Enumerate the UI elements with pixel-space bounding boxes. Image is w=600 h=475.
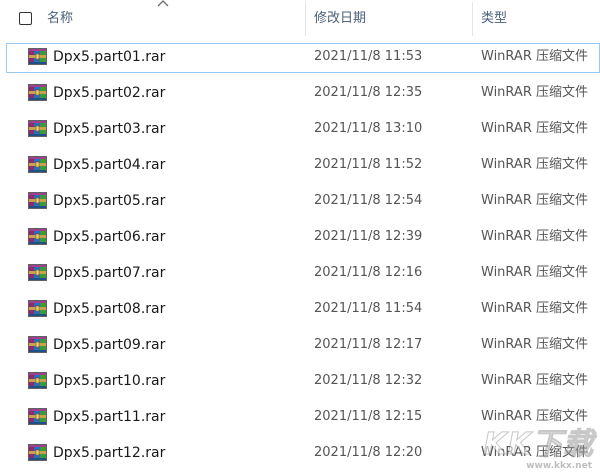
- winrar-archive-icon: [28, 191, 47, 210]
- file-modified-date: 2021/11/8 12:17: [314, 337, 423, 352]
- file-name: Dpx5.part07.rar: [53, 265, 166, 281]
- file-modified-date: 2021/11/8 12:20: [314, 445, 423, 460]
- file-name: Dpx5.part10.rar: [53, 373, 166, 389]
- winrar-archive-icon: [28, 47, 47, 66]
- file-type: WinRAR 压缩文件: [481, 265, 588, 280]
- file-row[interactable]: Dpx5.part02.rar 2021/11/8 12:35 WinRAR 压…: [0, 76, 600, 110]
- winrar-archive-icon: [28, 371, 47, 390]
- winrar-archive-icon: [28, 299, 47, 318]
- file-name: Dpx5.part03.rar: [53, 121, 166, 137]
- file-row[interactable]: Dpx5.part03.rar 2021/11/8 13:10 WinRAR 压…: [0, 112, 600, 146]
- file-modified-date: 2021/11/8 12:15: [314, 409, 423, 424]
- winrar-archive-icon: [28, 227, 47, 246]
- column-separator[interactable]: [305, 2, 306, 36]
- file-modified-date: 2021/11/8 12:16: [314, 265, 423, 280]
- file-modified-date: 2021/11/8 12:32: [314, 373, 423, 388]
- file-name: Dpx5.part09.rar: [53, 337, 166, 353]
- file-row[interactable]: Dpx5.part08.rar 2021/11/8 11:54 WinRAR 压…: [0, 292, 600, 326]
- column-header-date[interactable]: 修改日期: [314, 10, 366, 28]
- file-row[interactable]: Dpx5.part09.rar 2021/11/8 12:17 WinRAR 压…: [0, 328, 600, 362]
- column-separator[interactable]: [472, 2, 473, 36]
- winrar-archive-icon: [28, 335, 47, 354]
- file-type: WinRAR 压缩文件: [481, 337, 588, 352]
- file-modified-date: 2021/11/8 12:54: [314, 193, 423, 208]
- file-type: WinRAR 压缩文件: [481, 373, 588, 388]
- winrar-archive-icon: [28, 407, 47, 426]
- file-row[interactable]: Dpx5.part01.rar 2021/11/8 11:53 WinRAR 压…: [0, 40, 600, 74]
- winrar-archive-icon: [28, 155, 47, 174]
- file-modified-date: 2021/11/8 12:39: [314, 229, 423, 244]
- file-row[interactable]: Dpx5.part04.rar 2021/11/8 11:52 WinRAR 压…: [0, 148, 600, 182]
- winrar-archive-icon: [28, 119, 47, 138]
- file-name: Dpx5.part06.rar: [53, 229, 166, 245]
- file-name: Dpx5.part02.rar: [53, 85, 166, 101]
- file-type: WinRAR 压缩文件: [481, 49, 588, 64]
- file-row[interactable]: Dpx5.part05.rar 2021/11/8 12:54 WinRAR 压…: [0, 184, 600, 218]
- file-type: WinRAR 压缩文件: [481, 157, 588, 172]
- column-header-bar: 名称 修改日期 类型: [0, 0, 600, 38]
- file-modified-date: 2021/11/8 11:54: [314, 301, 423, 316]
- file-name: Dpx5.part04.rar: [53, 157, 166, 173]
- file-name: Dpx5.part05.rar: [53, 193, 166, 209]
- watermark-logo-text: KK下载: [483, 427, 594, 463]
- file-modified-date: 2021/11/8 12:35: [314, 85, 423, 100]
- winrar-archive-icon: [28, 263, 47, 282]
- winrar-archive-icon: [28, 83, 47, 102]
- watermark-url: www.kkx.net: [526, 461, 592, 471]
- column-header-type[interactable]: 类型: [481, 10, 507, 28]
- watermark-logo: KK下载 www.kkx.net: [476, 419, 594, 472]
- file-type: WinRAR 压缩文件: [481, 229, 588, 244]
- file-name: Dpx5.part11.rar: [53, 409, 166, 425]
- file-type: WinRAR 压缩文件: [481, 193, 588, 208]
- file-row[interactable]: Dpx5.part10.rar 2021/11/8 12:32 WinRAR 压…: [0, 364, 600, 398]
- file-type: WinRAR 压缩文件: [481, 121, 588, 136]
- column-header-name[interactable]: 名称: [47, 10, 73, 28]
- file-type: WinRAR 压缩文件: [481, 301, 588, 316]
- file-modified-date: 2021/11/8 11:52: [314, 157, 423, 172]
- sort-ascending-icon: [157, 0, 169, 7]
- file-modified-date: 2021/11/8 11:53: [314, 49, 423, 64]
- file-name: Dpx5.part08.rar: [53, 301, 166, 317]
- file-row[interactable]: Dpx5.part07.rar 2021/11/8 12:16 WinRAR 压…: [0, 256, 600, 290]
- select-all-checkbox[interactable]: [19, 12, 32, 25]
- winrar-archive-icon: [28, 443, 47, 462]
- file-modified-date: 2021/11/8 13:10: [314, 121, 423, 136]
- file-name: Dpx5.part01.rar: [53, 49, 166, 65]
- file-row[interactable]: Dpx5.part06.rar 2021/11/8 12:39 WinRAR 压…: [0, 220, 600, 254]
- file-name: Dpx5.part12.rar: [53, 445, 166, 461]
- file-type: WinRAR 压缩文件: [481, 85, 588, 100]
